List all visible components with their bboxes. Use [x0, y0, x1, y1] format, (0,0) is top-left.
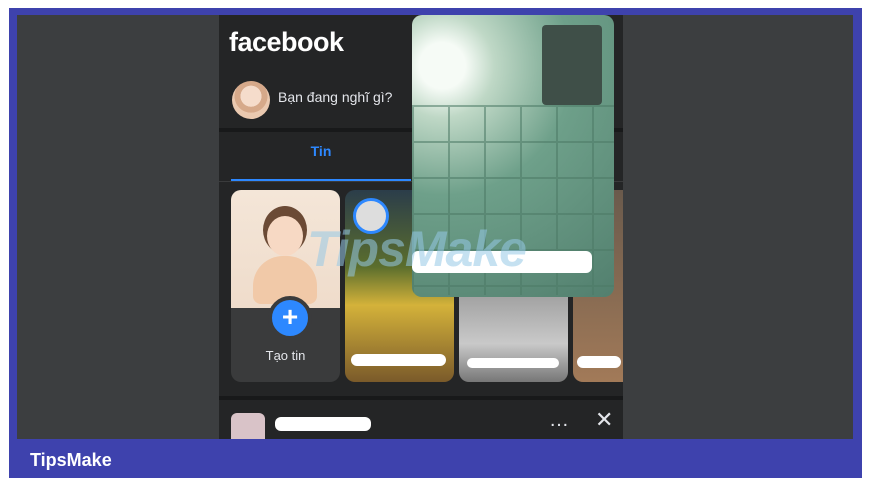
- redacted-author-name: [275, 417, 371, 431]
- tab-stories[interactable]: Tin: [231, 143, 411, 159]
- post-author-avatar[interactable]: [231, 413, 265, 439]
- create-story-label: Tạo tin: [265, 348, 306, 363]
- status-composer-input[interactable]: Bạn đang nghĩ gì?: [278, 89, 392, 105]
- create-story-card[interactable]: + Tạo tin: [231, 190, 340, 382]
- source-banner: TipsMake: [9, 440, 862, 478]
- more-options-icon[interactable]: …: [549, 409, 570, 432]
- vent-square: [542, 25, 602, 105]
- screenshot-stage: facebook Bạn đang nghĩ gì? Tin + Tạo tin: [17, 15, 853, 439]
- feed-divider: [219, 396, 623, 400]
- avatar-illustration-head: [267, 216, 303, 256]
- redacted-name: [577, 356, 621, 368]
- user-avatar[interactable]: [232, 81, 270, 119]
- close-icon[interactable]: ✕: [595, 407, 613, 433]
- watermark-logo: TipsMake: [307, 221, 527, 277]
- facebook-logo[interactable]: facebook: [229, 27, 344, 58]
- redacted-name: [351, 354, 446, 366]
- banner-brand-text: TipsMake: [30, 450, 112, 470]
- redacted-name: [467, 358, 559, 368]
- plus-icon[interactable]: +: [268, 296, 312, 340]
